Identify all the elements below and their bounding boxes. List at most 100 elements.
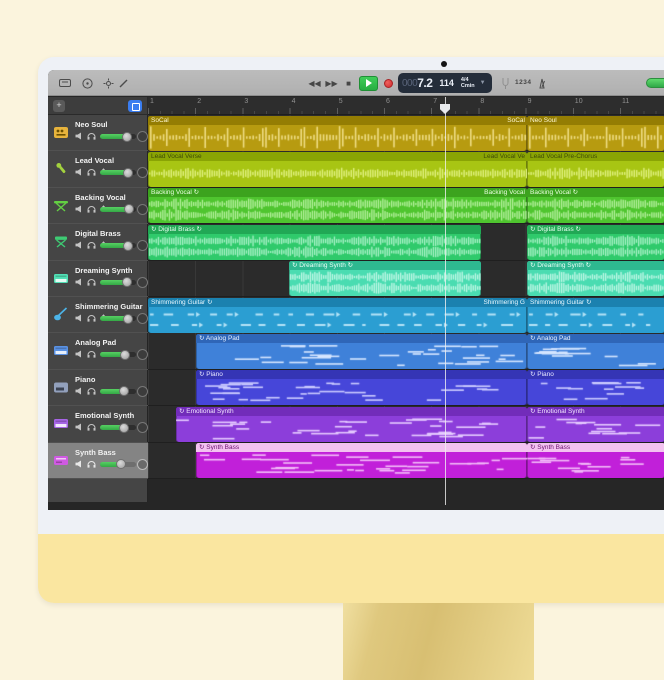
track-lane[interactable]: ↻ Synth Bass↻ Synth Bass — [148, 443, 664, 479]
track-lane[interactable]: ↻ Digital Brass ↻ ↻ Digital Brass ↻ — [148, 224, 664, 260]
tuner-icon[interactable] — [498, 76, 512, 90]
region[interactable]: ↻ Dreaming Synth ↻ — [527, 261, 664, 296]
pan-knob[interactable] — [137, 277, 148, 288]
solo-button[interactable] — [87, 387, 96, 395]
track-header-backing-vocal[interactable]: Backing Vocal — [48, 188, 148, 224]
solo-button[interactable] — [87, 314, 96, 322]
pan-knob[interactable] — [137, 204, 148, 215]
volume-knob[interactable] — [119, 386, 129, 396]
solo-button[interactable] — [87, 460, 96, 468]
solo-button[interactable] — [87, 205, 96, 213]
track-header-emotional-synth[interactable]: Emotional Synth — [48, 406, 148, 442]
volume-slider[interactable] — [100, 207, 136, 212]
region[interactable]: ↻ Digital Brass ↻ — [148, 225, 481, 260]
region[interactable]: ↻ Digital Brass ↻ — [527, 225, 664, 260]
region[interactable]: Backing Vocal ↻ — [527, 188, 664, 223]
mute-button[interactable] — [75, 314, 84, 322]
mute-button[interactable] — [75, 387, 84, 395]
track-header-dreaming-synth[interactable]: Dreaming Synth — [48, 261, 148, 297]
track-header-analog-pad[interactable]: Analog Pad — [48, 333, 148, 369]
region[interactable]: Lead Vocal VerseLead Vocal Ve — [148, 152, 527, 187]
volume-knob[interactable] — [123, 314, 133, 324]
help-icon[interactable] — [80, 76, 94, 90]
volume-knob[interactable] — [116, 459, 126, 469]
volume-knob[interactable] — [120, 350, 130, 360]
region[interactable]: ↻ Piano — [527, 370, 664, 405]
solo-button[interactable] — [87, 350, 96, 358]
region[interactable]: Shimmering Guitar ↻ — [527, 298, 664, 333]
region[interactable]: ↻ Dreaming Synth ↻ — [289, 261, 481, 296]
volume-slider[interactable] — [100, 134, 136, 139]
record-button[interactable] — [382, 77, 395, 90]
track-lane[interactable]: ↻ Dreaming Synth ↻ ↻ Dreaming Synth ↻ — [148, 261, 664, 297]
mute-button[interactable] — [75, 350, 84, 358]
play-button[interactable] — [359, 76, 378, 91]
metronome-icon[interactable] — [535, 76, 549, 90]
region[interactable]: Shimmering Guitar ↻Shimmering G — [148, 298, 527, 333]
volume-knob[interactable] — [122, 277, 132, 287]
volume-knob[interactable] — [122, 132, 132, 142]
track-header-synth-bass[interactable]: Synth Bass — [48, 443, 148, 479]
region[interactable]: ↻ Analog Pad — [196, 334, 527, 369]
solo-button[interactable] — [87, 423, 96, 431]
mute-button[interactable] — [75, 168, 84, 176]
volume-slider[interactable] — [100, 389, 136, 394]
pan-knob[interactable] — [137, 131, 148, 142]
mute-button[interactable] — [75, 423, 84, 431]
volume-slider[interactable] — [100, 280, 136, 285]
region[interactable]: ↻ Emotional Synth — [176, 407, 527, 442]
track-lane[interactable]: ↻ Emotional Synth↻ Emotional Synth — [148, 406, 664, 442]
mute-button[interactable] — [75, 278, 84, 286]
pencil-icon[interactable] — [116, 76, 130, 90]
fast-forward-button[interactable]: ▶▶ — [325, 77, 338, 90]
region[interactable]: Neo Soul — [527, 116, 664, 151]
timeline-ruler[interactable]: 1234567891011 — [148, 97, 664, 115]
mute-button[interactable] — [75, 205, 84, 213]
pan-knob[interactable] — [137, 386, 148, 397]
track-header-piano[interactable]: Piano — [48, 370, 148, 406]
track-lane[interactable]: Backing Vocal ↻Backing VocalBacking Voca… — [148, 188, 664, 224]
solo-button[interactable] — [87, 168, 96, 176]
volume-slider[interactable] — [100, 462, 136, 467]
pan-knob[interactable] — [137, 349, 148, 360]
mute-button[interactable] — [75, 460, 84, 468]
volume-slider[interactable] — [100, 170, 136, 175]
region[interactable]: ↻ Synth Bass — [196, 443, 527, 478]
mute-button[interactable] — [75, 241, 84, 249]
track-header-shimmering-guitar[interactable]: Shimmering Guitar — [48, 297, 148, 333]
solo-button[interactable] — [87, 132, 96, 140]
volume-slider[interactable] — [100, 352, 136, 357]
volume-slider[interactable] — [100, 425, 136, 430]
library-icon[interactable] — [58, 76, 72, 90]
add-track-button[interactable]: + — [53, 100, 65, 112]
track-lane[interactable]: ↻ Analog Pad↻ Analog Pad — [148, 333, 664, 369]
volume-knob[interactable] — [123, 168, 133, 178]
volume-knob[interactable] — [123, 241, 133, 251]
volume-slider[interactable] — [100, 316, 136, 321]
stop-button[interactable]: ■ — [342, 77, 355, 90]
volume-knob[interactable] — [119, 423, 129, 433]
track-lane[interactable]: ↻ Piano↻ Piano — [148, 370, 664, 406]
track-lane[interactable]: Shimmering Guitar ↻Shimmering GShimmerin… — [148, 297, 664, 333]
region[interactable]: ↻ Piano — [196, 370, 527, 405]
region[interactable]: Lead Vocal Pre-Chorus — [527, 152, 664, 187]
chevron-down-icon[interactable]: ▼ — [480, 80, 486, 86]
region[interactable]: SoCalSoCal — [148, 116, 527, 151]
solo-button[interactable] — [87, 278, 96, 286]
region[interactable]: ↻ Emotional Synth — [527, 407, 664, 442]
region[interactable]: ↻ Analog Pad — [527, 334, 664, 369]
rewind-button[interactable]: ◀◀ — [308, 77, 321, 90]
automation-button[interactable] — [128, 100, 142, 112]
pan-knob[interactable] — [137, 167, 148, 178]
solo-button[interactable] — [87, 241, 96, 249]
pan-knob[interactable] — [137, 459, 148, 470]
master-volume-slider[interactable] — [646, 78, 664, 88]
display-settings-icon[interactable] — [101, 76, 115, 90]
track-header-neo-soul[interactable]: Neo Soul — [48, 115, 148, 151]
region[interactable]: Backing Vocal ↻Backing Vocal — [148, 188, 527, 223]
pan-knob[interactable] — [137, 422, 148, 433]
pan-knob[interactable] — [137, 240, 148, 251]
track-header-digital-brass[interactable]: Digital Brass — [48, 224, 148, 260]
playhead-line[interactable] — [445, 97, 446, 505]
track-lane[interactable]: SoCalSoCalNeo Soul — [148, 115, 664, 151]
